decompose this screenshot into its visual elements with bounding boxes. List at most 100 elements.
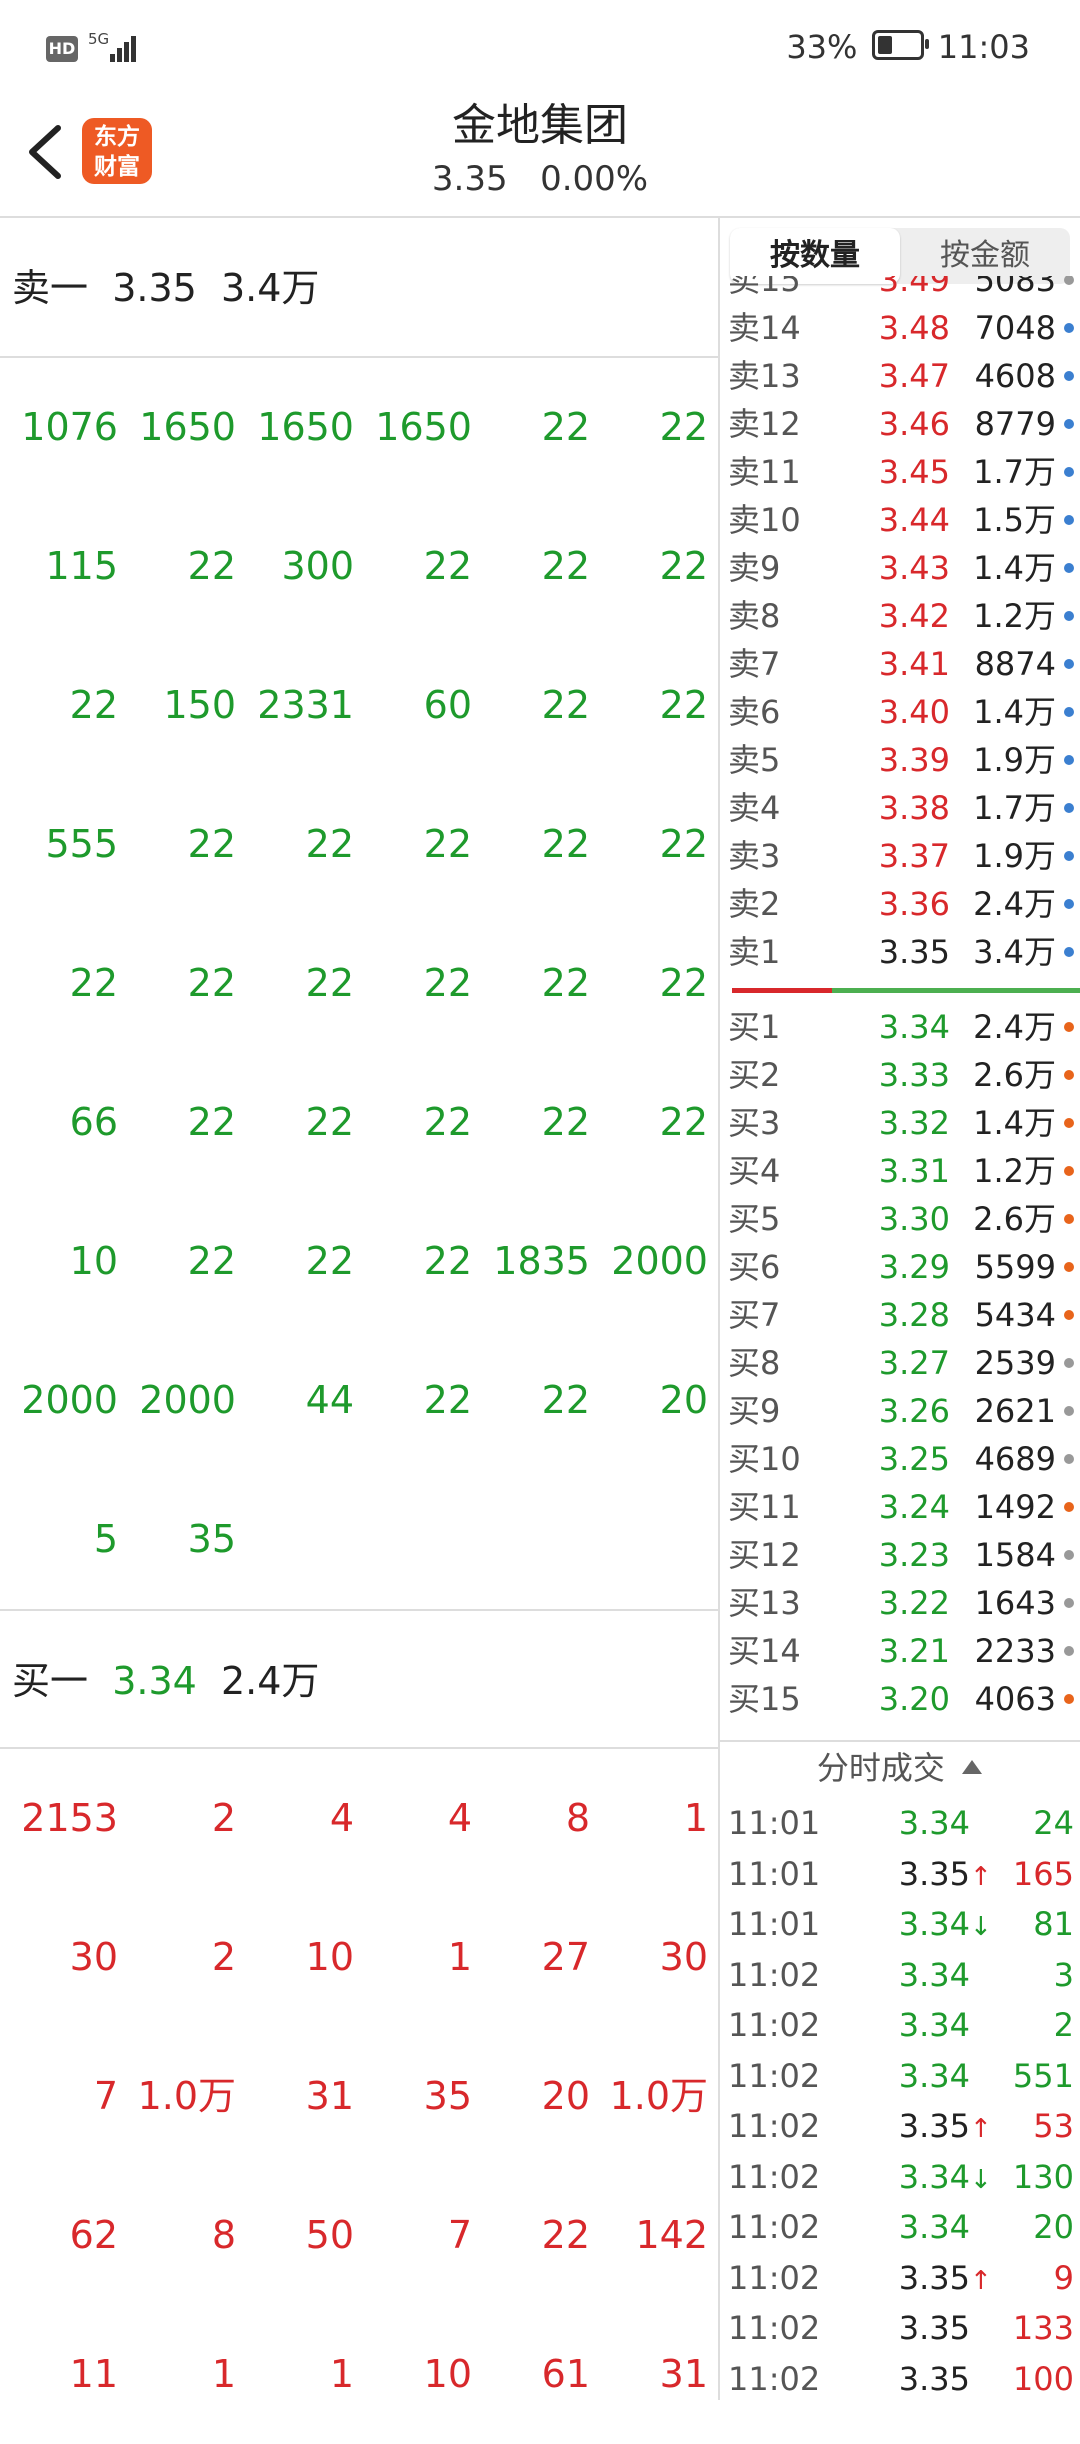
trade-time: 11:02 — [728, 2309, 821, 2347]
order-book-row[interactable]: 买10 3.25 4689 — [720, 1435, 1080, 1483]
order-book-row[interactable]: 买2 3.33 2.6万 — [720, 1051, 1080, 1099]
trade-price: 3.34 — [890, 1798, 990, 1849]
stock-name: 金地集团 — [452, 100, 628, 151]
level-price: 3.44 — [878, 501, 950, 539]
queue-order: 10 — [423, 2352, 472, 2396]
level-label: 卖5 — [728, 741, 781, 779]
trade-row: 11:02 3.34 20 — [720, 2202, 1080, 2253]
order-book-row[interactable]: 买3 3.32 1.4万 — [720, 1099, 1080, 1147]
queue-order: 62 — [69, 2213, 118, 2257]
level-volume: 1492 — [974, 1488, 1056, 1526]
order-book-row[interactable]: 买5 3.30 2.6万 — [720, 1195, 1080, 1243]
order-book-row[interactable]: 买6 3.29 5599 — [720, 1243, 1080, 1291]
level-volume: 1.4万 — [973, 549, 1056, 587]
level-dot-icon — [1064, 1358, 1074, 1368]
order-book-row[interactable]: 卖13 3.47 4608 — [720, 352, 1080, 400]
order-book-row[interactable]: 买15 3.20 4063 — [720, 1675, 1080, 1723]
queue-order: 22 — [659, 822, 708, 866]
trades-header[interactable]: 分时成交 — [720, 1740, 1080, 1794]
order-book-row[interactable]: 买7 3.28 5434 — [720, 1291, 1080, 1339]
level-dot-icon — [1064, 851, 1074, 861]
level-dot-icon — [1064, 563, 1074, 573]
trade-row: 11:01 3.35↑ 165 — [720, 1849, 1080, 1900]
trade-volume: 53 — [1033, 2107, 1074, 2145]
level-label: 买4 — [728, 1152, 781, 1190]
stock-quote: 3.35 0.00% — [0, 156, 1080, 202]
level-volume: 1.9万 — [973, 837, 1056, 875]
sell-one-price: 3.35 — [112, 266, 197, 310]
order-book-row[interactable]: 卖8 3.42 1.2万 — [720, 592, 1080, 640]
order-book-row[interactable]: 买8 3.27 2539 — [720, 1339, 1080, 1387]
order-book-row[interactable]: 买14 3.21 2233 — [720, 1627, 1080, 1675]
level-dot-icon — [1064, 1214, 1074, 1224]
queue-order: 1650 — [139, 405, 236, 449]
queue-order: 22 — [423, 544, 472, 588]
queue-order: 1650 — [257, 405, 354, 449]
level-dot-icon — [1064, 467, 1074, 477]
trades-title: 分时成交 — [816, 1749, 945, 1787]
trade-price-value: 3.34 — [898, 2056, 970, 2095]
order-book-row[interactable]: 卖14 3.48 7048 — [720, 304, 1080, 352]
level-dot-icon — [1064, 611, 1074, 621]
queue-order: 2 — [211, 1935, 236, 1979]
order-book-row[interactable]: 卖5 3.39 1.9万 — [720, 736, 1080, 784]
order-book-panel[interactable]: 按数量 按金额 卖15 3.49 5083 卖14 3.48 7048 卖13 3.47 460… — [720, 218, 1080, 2400]
stock-change: 0.00% — [540, 159, 649, 199]
level-price: 3.37 — [878, 837, 950, 875]
level-dot-icon — [1064, 1502, 1074, 1512]
order-book-row[interactable]: 卖10 3.44 1.5万 — [720, 496, 1080, 544]
order-book-row[interactable]: 卖15 3.49 5083 — [720, 276, 1080, 304]
level-label: 卖4 — [728, 789, 781, 827]
level-label: 买12 — [728, 1536, 801, 1574]
order-book-row[interactable]: 卖11 3.45 1.7万 — [720, 448, 1080, 496]
level-volume: 1.4万 — [973, 1104, 1056, 1142]
level-dot-icon — [1064, 419, 1074, 429]
level-volume: 4608 — [974, 357, 1056, 395]
order-book-row[interactable]: 买11 3.24 1492 — [720, 1483, 1080, 1531]
level-dot-icon — [1064, 1406, 1074, 1416]
order-book-row[interactable]: 买12 3.23 1584 — [720, 1531, 1080, 1579]
level-volume: 1.2万 — [973, 1152, 1056, 1190]
trade-price-value: 3.35 — [898, 2258, 970, 2297]
queue-order: 2331 — [257, 683, 354, 727]
level-volume: 1.2万 — [973, 597, 1056, 635]
level-price: 3.45 — [878, 453, 950, 491]
level-volume: 1.7万 — [973, 789, 1056, 827]
order-book-row[interactable]: 卖9 3.43 1.4万 — [720, 544, 1080, 592]
trade-price: 3.35↑ — [890, 1849, 992, 1903]
level-label: 卖8 — [728, 597, 781, 635]
order-book-row[interactable]: 卖2 3.36 2.4万 — [720, 880, 1080, 928]
trade-row: 11:02 3.35↑ 53 — [720, 2101, 1080, 2152]
level-volume: 3.4万 — [973, 933, 1056, 971]
queue-order: 2 — [211, 1796, 236, 1840]
order-book-row[interactable]: 买9 3.26 2621 — [720, 1387, 1080, 1435]
order-book-row[interactable]: 卖12 3.46 8779 — [720, 400, 1080, 448]
queue-order: 31 — [659, 2352, 708, 2396]
order-book-row[interactable]: 卖1 3.35 3.4万 — [720, 928, 1080, 976]
trade-time: 11:02 — [728, 2056, 821, 2095]
order-book-row[interactable]: 卖4 3.38 1.7万 — [720, 784, 1080, 832]
order-book-row[interactable]: 买13 3.22 1643 — [720, 1579, 1080, 1627]
order-queue-panel[interactable]: 卖一 3.35 3.4万 1076 1650 1650 1650 22 22 115 22 30… — [0, 218, 720, 2400]
queue-order: 1.0万 — [609, 2074, 708, 2118]
level-price: 3.27 — [878, 1344, 950, 1382]
queue-order: 22 — [541, 405, 590, 449]
queue-order: 4 — [329, 1796, 354, 1840]
level-label: 买3 — [728, 1104, 781, 1142]
queue-order: 22 — [541, 961, 590, 1005]
level-dot-icon — [1064, 276, 1074, 285]
level-volume: 7048 — [974, 309, 1056, 347]
order-book-row[interactable]: 卖7 3.41 8874 — [720, 640, 1080, 688]
level-dot-icon — [1064, 515, 1074, 525]
queue-order: 30 — [659, 1935, 708, 1979]
trade-volume: 3 — [1053, 1955, 1074, 1994]
level-label: 卖12 — [728, 405, 801, 443]
order-book-row[interactable]: 卖6 3.40 1.4万 — [720, 688, 1080, 736]
level-label: 卖14 — [728, 309, 801, 347]
order-book-row[interactable]: 买1 3.34 2.4万 — [720, 1003, 1080, 1051]
trade-volume: 81 — [1033, 1905, 1074, 1943]
battery-icon — [871, 30, 929, 60]
order-book-row[interactable]: 买4 3.31 1.2万 — [720, 1147, 1080, 1195]
order-book-row[interactable]: 卖3 3.37 1.9万 — [720, 832, 1080, 880]
queue-order: 22 — [187, 822, 236, 866]
